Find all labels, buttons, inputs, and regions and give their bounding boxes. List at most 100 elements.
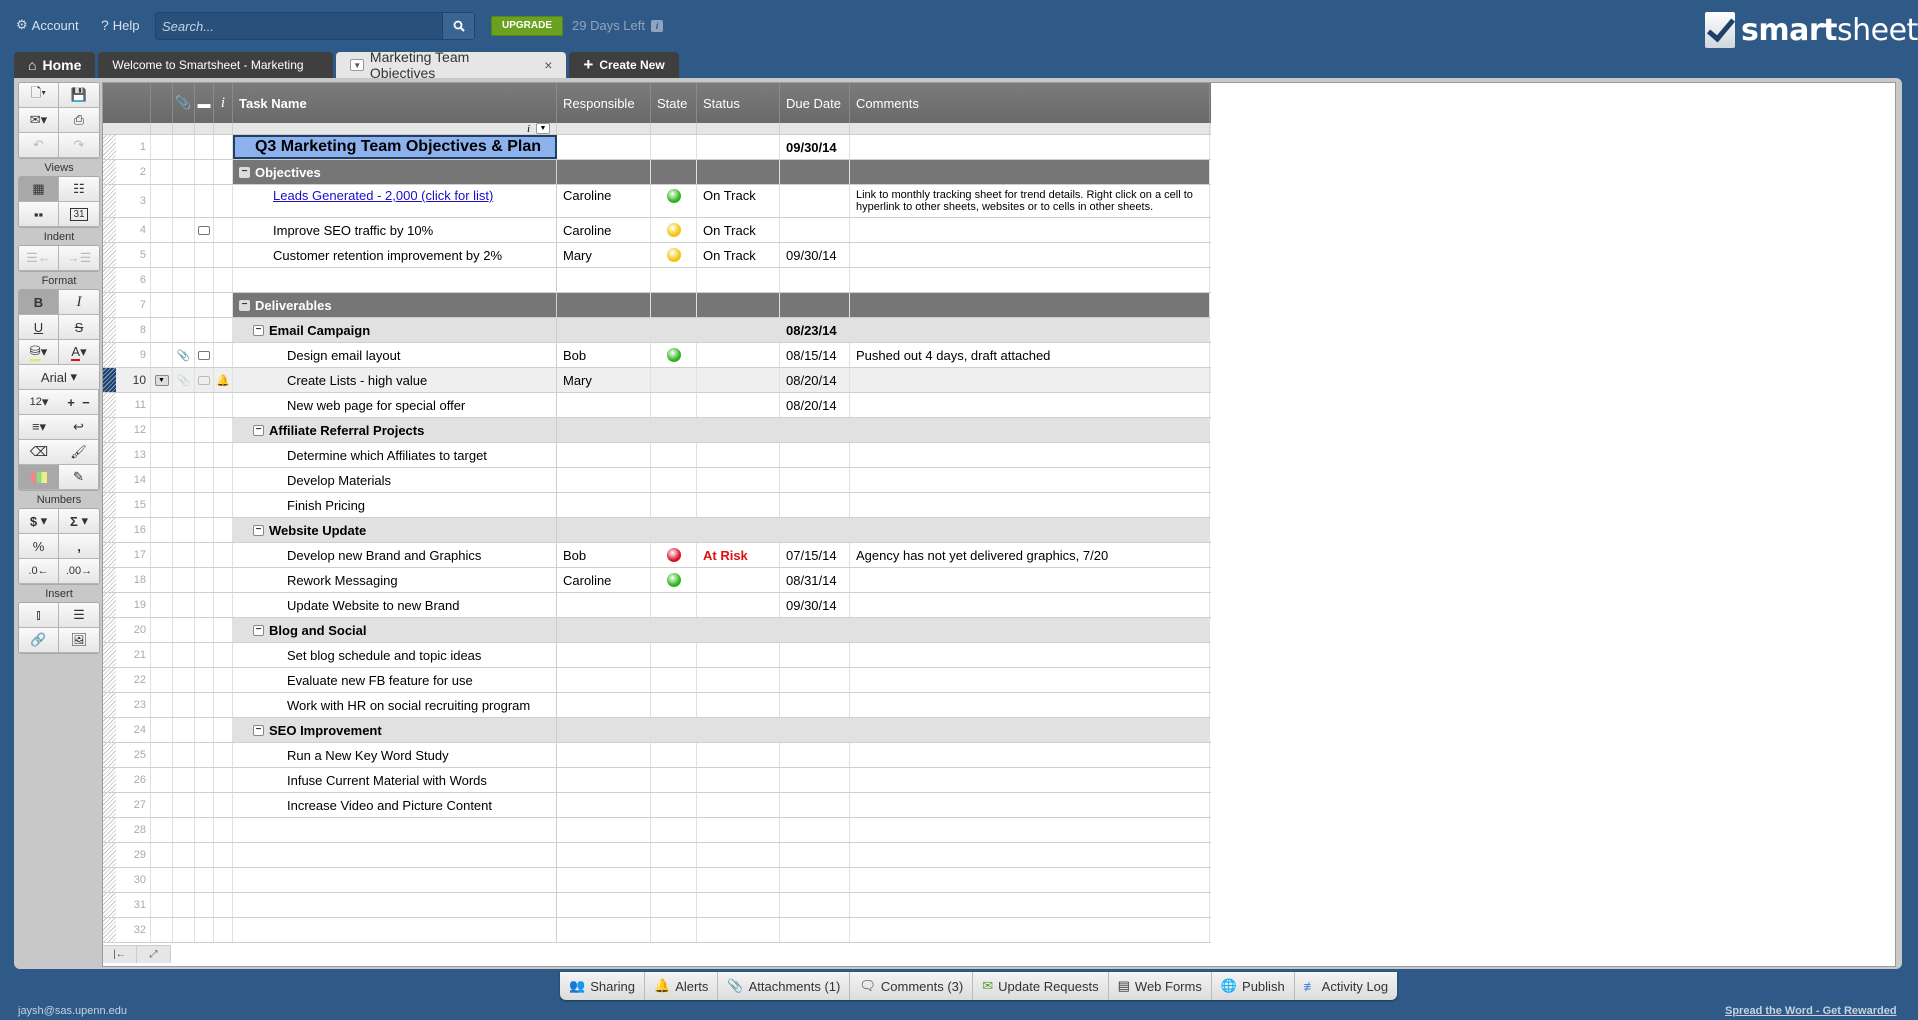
due-date-cell[interactable]: [780, 443, 850, 467]
attachment-cell[interactable]: [173, 493, 195, 517]
table-row[interactable]: 29: [103, 843, 1211, 868]
attachment-cell[interactable]: [173, 243, 195, 267]
due-date-cell[interactable]: [780, 793, 850, 817]
reminder-cell[interactable]: [214, 268, 233, 292]
task-name-cell[interactable]: − Deliverables: [233, 293, 557, 317]
status-cell[interactable]: At Risk: [697, 543, 780, 567]
clear-format-button[interactable]: ⌫: [19, 440, 59, 465]
table-row[interactable]: 3 Leads Generated - 2,000 (click for list…: [103, 185, 1211, 218]
due-date-cell[interactable]: [780, 468, 850, 492]
increase-font-button[interactable]: +: [67, 395, 75, 410]
due-date-cell[interactable]: [780, 418, 850, 442]
responsible-cell[interactable]: [557, 518, 651, 542]
status-cell[interactable]: [697, 318, 780, 342]
font-size-select[interactable]: 12 ▾: [19, 390, 59, 415]
task-name-cell[interactable]: Design email layout: [233, 343, 557, 367]
column-header-comments[interactable]: Comments: [850, 83, 1210, 123]
due-date-cell[interactable]: [780, 768, 850, 792]
row-action-cell[interactable]: [151, 293, 173, 317]
comment-cell[interactable]: [195, 393, 214, 417]
reminder-cell[interactable]: [214, 643, 233, 667]
row-action-cell[interactable]: [151, 593, 173, 617]
wrap-text-button[interactable]: ↩: [59, 415, 99, 440]
row-action-cell[interactable]: [151, 468, 173, 492]
state-cell[interactable]: [651, 743, 697, 767]
row-drag-handle[interactable]: [103, 568, 116, 592]
row-action-cell[interactable]: [151, 135, 173, 159]
comment-cell[interactable]: [195, 568, 214, 592]
comments-cell[interactable]: [850, 493, 1210, 517]
comments-cell[interactable]: [850, 393, 1210, 417]
row-drag-handle[interactable]: [103, 493, 116, 517]
responsible-cell[interactable]: [557, 493, 651, 517]
reminder-cell[interactable]: [214, 718, 233, 742]
comment-cell[interactable]: [195, 893, 214, 917]
row-drag-handle[interactable]: [103, 593, 116, 617]
redo-button[interactable]: ↷: [59, 133, 99, 158]
state-cell[interactable]: [651, 793, 697, 817]
calendar-view-button[interactable]: 31: [59, 202, 99, 227]
reminder-cell[interactable]: [214, 768, 233, 792]
task-name-cell[interactable]: − Website Update: [233, 518, 557, 542]
task-name-cell[interactable]: Q3 Marketing Team Objectives & Plan: [233, 135, 557, 159]
comment-cell[interactable]: [195, 160, 214, 184]
due-date-cell[interactable]: [780, 693, 850, 717]
reminder-cell[interactable]: [214, 343, 233, 367]
paperclip-icon[interactable]: 📎: [177, 374, 191, 387]
activity-log-button[interactable]: ≢ Activity Log: [1295, 972, 1397, 1000]
attachment-cell[interactable]: [173, 443, 195, 467]
task-name-cell[interactable]: Set blog schedule and topic ideas: [233, 643, 557, 667]
comment-cell[interactable]: [195, 743, 214, 767]
due-date-cell[interactable]: [780, 843, 850, 867]
reminder-cell[interactable]: [214, 693, 233, 717]
indent-button[interactable]: →☰: [59, 246, 99, 271]
due-date-cell[interactable]: [780, 918, 850, 942]
comment-bubble-icon[interactable]: [198, 375, 210, 385]
row-drag-handle[interactable]: [103, 518, 116, 542]
comments-cell[interactable]: [850, 743, 1210, 767]
due-date-cell[interactable]: 08/31/14: [780, 568, 850, 592]
attachment-cell[interactable]: [173, 843, 195, 867]
status-cell[interactable]: [697, 843, 780, 867]
status-cell[interactable]: [697, 793, 780, 817]
italic-button[interactable]: I: [59, 290, 99, 315]
table-row[interactable]: 23 Work with HR on social recruiting prog…: [103, 693, 1211, 718]
due-date-cell[interactable]: [780, 185, 850, 217]
status-cell[interactable]: [697, 293, 780, 317]
row-drag-handle[interactable]: [103, 268, 116, 292]
responsible-cell[interactable]: [557, 618, 651, 642]
row-drag-handle[interactable]: [103, 318, 116, 342]
state-cell[interactable]: [651, 368, 697, 392]
row-action-cell[interactable]: [151, 793, 173, 817]
reminder-cell[interactable]: [214, 618, 233, 642]
search-input[interactable]: [156, 13, 442, 39]
row-action-cell[interactable]: [151, 818, 173, 842]
attachment-cell[interactable]: [173, 293, 195, 317]
table-row[interactable]: 20 − Blog and Social: [103, 618, 1211, 643]
status-cell[interactable]: [697, 160, 780, 184]
responsible-cell[interactable]: Mary: [557, 243, 651, 267]
responsible-cell[interactable]: Bob: [557, 343, 651, 367]
percent-button[interactable]: %: [19, 534, 59, 559]
reminder-cell[interactable]: [214, 843, 233, 867]
comments-cell[interactable]: [850, 843, 1210, 867]
due-date-cell[interactable]: 08/23/14: [780, 318, 850, 342]
row-drag-handle[interactable]: [103, 468, 116, 492]
row-action-cell[interactable]: [151, 768, 173, 792]
state-cell[interactable]: [651, 668, 697, 692]
comments-cell[interactable]: [850, 443, 1210, 467]
task-name-cell[interactable]: Improve SEO traffic by 10%: [233, 218, 557, 242]
gantt-view-button[interactable]: ☷: [59, 177, 99, 202]
row-action-cell[interactable]: ▼: [151, 368, 173, 392]
fullscreen-button[interactable]: ⤢: [137, 946, 171, 963]
responsible-cell[interactable]: [557, 468, 651, 492]
row-drag-handle[interactable]: [103, 443, 116, 467]
close-tab-icon[interactable]: ×: [544, 57, 552, 73]
row-action-cell[interactable]: [151, 693, 173, 717]
row-action-cell[interactable]: [151, 243, 173, 267]
comment-cell[interactable]: [195, 918, 214, 942]
attachment-cell[interactable]: 📎: [173, 368, 195, 392]
due-date-cell[interactable]: 09/30/14: [780, 135, 850, 159]
task-name-cell[interactable]: Work with HR on social recruiting progra…: [233, 693, 557, 717]
collapse-toggle-icon[interactable]: −: [239, 166, 250, 178]
